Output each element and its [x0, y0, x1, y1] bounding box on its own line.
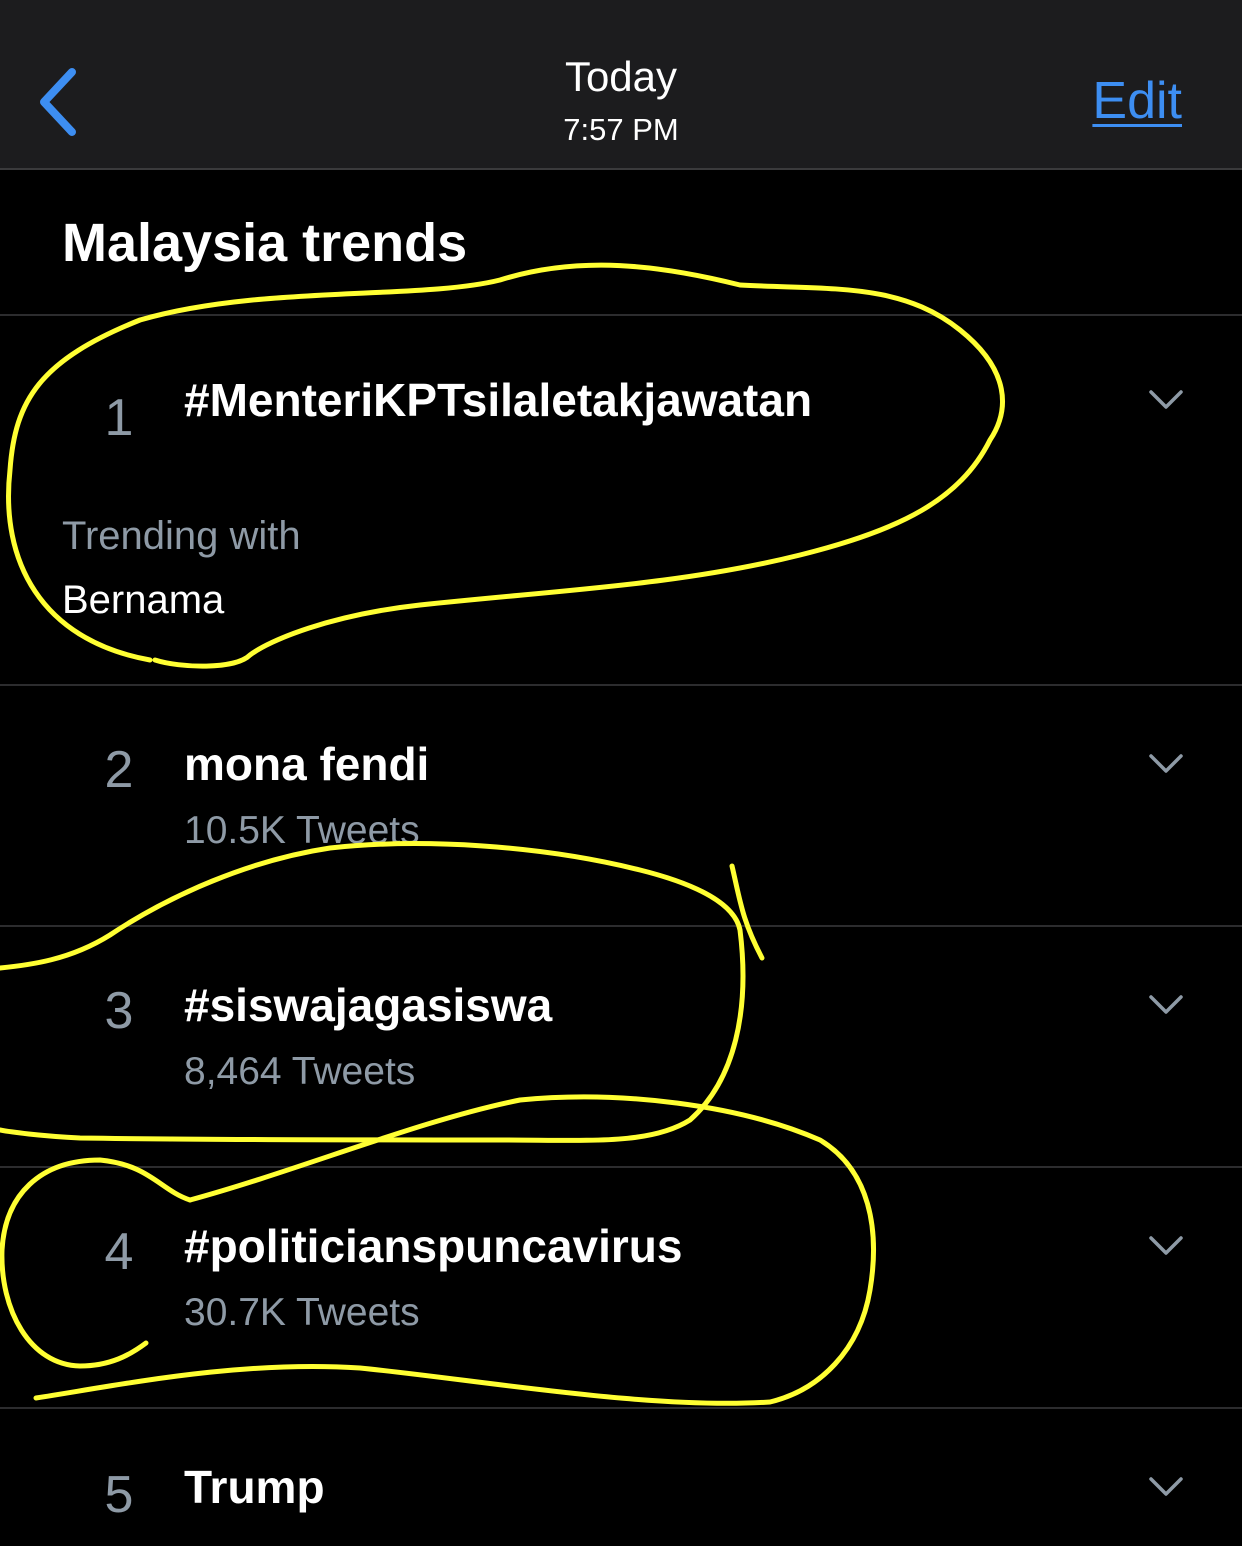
- trend-rank: 2: [104, 741, 134, 799]
- section-header: Malaysia trends: [0, 170, 1242, 316]
- section-title: Malaysia trends: [62, 213, 468, 273]
- trend-row-5[interactable]: 5 Trump: [0, 1409, 1242, 1546]
- chevron-down-icon[interactable]: [1148, 388, 1184, 412]
- chevron-down-icon[interactable]: [1148, 993, 1184, 1017]
- trend-tweet-count: 10.5K Tweets: [184, 809, 420, 852]
- trend-rank: 5: [104, 1466, 134, 1524]
- trend-row-3[interactable]: 3 #siswajagasiswa 8,464 Tweets: [0, 927, 1242, 1168]
- trend-name: #siswajagasiswa: [184, 979, 553, 1031]
- nav-subtitle-time: 7:57 PM: [563, 112, 679, 147]
- trending-with-value[interactable]: Bernama: [62, 576, 224, 624]
- edit-button[interactable]: Edit: [1092, 70, 1182, 132]
- trend-row-2[interactable]: 2 mona fendi 10.5K Tweets: [0, 686, 1242, 927]
- trend-name: #MenteriKPTsilaletakjawatan: [184, 374, 813, 426]
- trend-name: mona fendi: [184, 738, 430, 790]
- trend-row-1[interactable]: 1 #MenteriKPTsilaletakjawatan Trending w…: [0, 316, 1242, 686]
- chevron-down-icon[interactable]: [1148, 1234, 1184, 1258]
- chevron-down-icon[interactable]: [1148, 752, 1184, 776]
- trending-with-label: Trending with: [62, 514, 301, 558]
- trend-name: #politicianspuncavirus: [184, 1220, 683, 1272]
- trend-tweet-count: 30.7K Tweets: [184, 1291, 420, 1334]
- trend-name: Trump: [184, 1461, 325, 1513]
- navigation-bar: Today 7:57 PM Edit: [0, 0, 1242, 170]
- trend-rank: 1: [104, 389, 134, 447]
- trends-screen: Today 7:57 PM Edit Malaysia trends 1 #Me…: [0, 0, 1242, 1546]
- chevron-down-icon[interactable]: [1148, 1475, 1184, 1499]
- trend-rank: 3: [104, 982, 134, 1040]
- trend-rank: 4: [104, 1223, 134, 1281]
- trend-tweet-count: 8,464 Tweets: [184, 1050, 416, 1093]
- trend-row-4[interactable]: 4 #politicianspuncavirus 30.7K Tweets: [0, 1168, 1242, 1409]
- nav-title: Today: [564, 53, 678, 100]
